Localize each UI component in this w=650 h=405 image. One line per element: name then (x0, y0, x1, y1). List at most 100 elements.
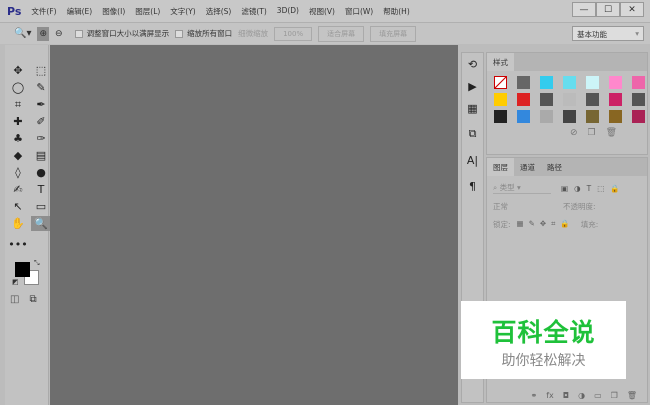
blend-mode-select[interactable]: 正常 (493, 201, 563, 212)
workspace-select[interactable]: 基本功能 ▾ (572, 26, 644, 41)
zoom-all-checkbox[interactable]: 缩放所有窗口 (175, 28, 232, 39)
close-button[interactable]: ✕ (620, 2, 644, 17)
menu-item[interactable]: 3D(D) (277, 6, 299, 17)
tool-icon[interactable]: ✎ (31, 80, 51, 95)
style-swatch[interactable] (494, 110, 507, 123)
tool-icon[interactable]: ✚ (8, 114, 28, 129)
style-swatch[interactable] (540, 93, 553, 106)
style-swatch[interactable] (494, 93, 507, 106)
opacity-field[interactable]: 不透明度: (563, 201, 596, 212)
layer-footer-icon[interactable]: 🗑 (627, 391, 637, 400)
tool-icon[interactable]: ♣ (8, 131, 28, 146)
style-swatch[interactable] (586, 93, 599, 106)
menu-item[interactable]: 窗口(W) (345, 6, 373, 17)
style-swatch[interactable] (586, 110, 599, 123)
layer-footer-icon[interactable]: ◑ (578, 391, 585, 400)
style-swatch[interactable] (586, 76, 599, 89)
tool-icon[interactable]: ◯ (8, 80, 28, 95)
tool-icon[interactable]: 🔍 (31, 216, 51, 231)
layer-footer-icon[interactable]: ⚭ (531, 391, 538, 400)
style-swatch[interactable] (517, 76, 530, 89)
properties-icon[interactable]: ▦ (462, 97, 483, 119)
tool-icon[interactable]: ▭ (31, 199, 51, 214)
foreground-color[interactable] (15, 262, 30, 277)
style-swatch[interactable] (563, 110, 576, 123)
layer-filter-row: ⌕ 类型 ▾ ▣◑T⬚🔒 (487, 179, 647, 197)
fill-screen-button[interactable]: 填充屏幕 (370, 25, 417, 42)
menu-item[interactable]: 文件(F) (31, 6, 56, 17)
screen-mode-icon[interactable]: ⧉ (29, 294, 36, 305)
clear-style-icon[interactable]: ⊘ (570, 128, 588, 138)
zoom-out-icon[interactable]: ⊖ (55, 29, 63, 39)
tab-paths[interactable]: 路径 (541, 158, 568, 176)
lock-icons[interactable]: ▦✎✥⌗🔒 (517, 219, 575, 229)
swap-colors-icon[interactable]: ⤡ (34, 259, 40, 268)
zoom-tool-preset-icon[interactable]: 🔍▾ (14, 28, 31, 39)
filter-icons[interactable]: ▣◑T⬚🔒 (561, 184, 626, 193)
tool-icon[interactable]: ◊ (8, 165, 28, 180)
style-swatch[interactable] (563, 93, 576, 106)
layer-footer-icon[interactable]: ❐ (611, 391, 618, 400)
style-swatch[interactable] (540, 76, 553, 89)
menu-item[interactable]: 帮助(H) (383, 6, 410, 17)
tool-icon[interactable]: ✐ (31, 114, 51, 129)
tool-icon[interactable]: ◆ (8, 148, 28, 163)
menu-item[interactable]: 选择(S) (206, 6, 232, 17)
layer-footer-icon[interactable]: ◘ (563, 391, 569, 400)
style-swatch[interactable] (609, 93, 622, 106)
tab-channels[interactable]: 通道 (514, 158, 541, 176)
style-swatch[interactable] (563, 76, 576, 89)
tool-icon[interactable]: ✋ (8, 216, 28, 231)
tool-icon[interactable]: ✒ (31, 97, 51, 112)
style-swatch[interactable] (609, 110, 622, 123)
layer-footer-icon[interactable]: fx (546, 391, 554, 400)
style-swatch[interactable] (609, 76, 622, 89)
resize-windows-checkbox[interactable]: 调整窗口大小以满屏显示 (74, 28, 169, 39)
style-swatch[interactable] (540, 110, 553, 123)
tool-icon[interactable]: ✍ (8, 182, 28, 197)
fit-screen-button[interactable]: 适合屏幕 (318, 25, 365, 42)
style-swatch[interactable] (632, 76, 645, 89)
menu-item[interactable]: 文字(Y) (170, 6, 195, 17)
document-canvas-area[interactable] (50, 45, 458, 405)
scrubby-zoom-checkbox[interactable]: 细微缩放 (238, 28, 268, 39)
menu-item[interactable]: 图像(I) (102, 6, 125, 17)
watermark-title: 百科全说 (491, 318, 596, 347)
clone-source-icon[interactable]: ⧉ (462, 123, 483, 145)
100-percent-button[interactable]: 100% (274, 26, 313, 41)
tool-icon[interactable]: ● (31, 165, 51, 180)
tool-icon[interactable]: ✑ (31, 131, 51, 146)
new-style-icon[interactable]: ❐ (587, 128, 605, 138)
style-swatch[interactable] (632, 93, 645, 106)
maximize-button[interactable]: ☐ (596, 2, 620, 17)
style-swatch[interactable] (494, 76, 507, 89)
tool-icon[interactable]: ↖ (8, 199, 28, 214)
edit-toolbar-icon[interactable]: ••• (8, 237, 28, 252)
menu-item[interactable]: 滤镜(T) (241, 6, 266, 17)
menu-item[interactable]: 图层(L) (135, 6, 160, 17)
style-swatch[interactable] (632, 110, 645, 123)
tab-styles[interactable]: 样式 (487, 53, 514, 71)
default-colors-icon[interactable]: ◩ (12, 278, 19, 286)
layer-footer-icon[interactable]: ▭ (594, 391, 602, 400)
minimize-button[interactable]: — (572, 2, 596, 17)
delete-style-icon[interactable]: 🗑 (606, 128, 627, 138)
zoom-in-icon[interactable]: ⊕ (37, 26, 50, 41)
tool-icon[interactable]: ⌗ (8, 97, 28, 112)
filter-kind-select[interactable]: ⌕ 类型 ▾ (493, 182, 551, 194)
style-swatch[interactable] (517, 93, 530, 106)
actions-play-icon[interactable]: ▶ (462, 75, 483, 97)
menu-item[interactable]: 编辑(E) (67, 6, 93, 17)
style-swatch[interactable] (517, 110, 530, 123)
tool-icon[interactable]: ⬚ (31, 63, 51, 78)
character-icon[interactable]: A| (462, 149, 483, 171)
tool-icon[interactable]: ▤ (31, 148, 51, 163)
tab-layers[interactable]: 图层 (487, 158, 514, 176)
paragraph-icon[interactable]: ¶ (462, 175, 483, 197)
quick-mask-icon[interactable]: ◫ (10, 294, 19, 305)
tool-icon[interactable]: ✥ (8, 63, 28, 78)
fill-field[interactable]: 填充: (581, 219, 599, 230)
menu-item[interactable]: 视图(V) (309, 6, 335, 17)
tool-icon[interactable]: T (31, 182, 51, 197)
history-icon[interactable]: ⟲ (462, 53, 483, 75)
